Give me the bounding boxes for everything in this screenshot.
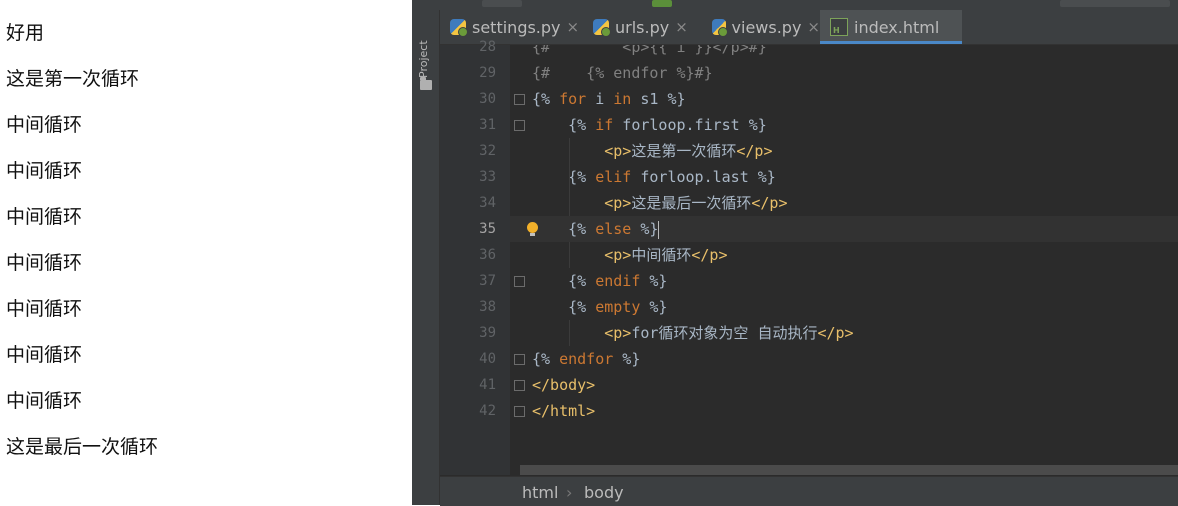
line-number: 28 [479,39,496,55]
fold-marker-icon[interactable] [514,276,525,287]
text-caret [658,220,660,239]
rendered-paragraph: 中间循环 [6,390,83,412]
rendered-paragraph: 中间循环 [6,344,83,366]
fold-marker-icon[interactable] [514,120,525,131]
tab-label: urls.py [615,17,670,37]
line-number: 39 [479,325,496,341]
code-line[interactable]: {% endif %} [532,268,667,294]
fold-marker-icon[interactable] [514,380,525,391]
ide-window: Project settings.py × urls.py × views.py × Hin… [412,0,1178,506]
line-number: 32 [479,143,496,159]
code-line[interactable]: </body> [532,372,595,398]
rendered-paragraph: 好用 [6,22,45,44]
ide-title-bar [412,0,1178,10]
python-file-icon [450,19,468,37]
indent-guide [569,320,570,346]
code-line[interactable]: {% endfor %} [532,346,640,372]
indent-guide [569,242,570,268]
code-line[interactable]: {# {% endfor %}#} [532,60,713,86]
close-icon[interactable]: × [807,18,820,36]
project-tool-strip[interactable]: Project [412,10,440,505]
html-file-icon: H [830,18,848,36]
line-number: 30 [479,91,496,107]
code-line[interactable]: </html> [532,398,595,424]
code-line[interactable]: <p>for循环对象为空 自动执行</p> [532,320,853,346]
line-number: 36 [479,247,496,263]
horizontal-scrollbar[interactable] [520,465,1178,475]
fold-marker-icon[interactable] [514,94,525,105]
rendered-paragraph: 中间循环 [6,114,83,136]
fold-marker-icon[interactable] [514,354,525,365]
python-file-icon [593,19,611,37]
project-tool-label[interactable]: Project [417,30,435,78]
code-line[interactable]: {# <p>{{ i }}</p>#} [532,45,767,60]
code-line[interactable]: {% for i in s1 %} [532,86,686,112]
code-line[interactable]: {% if forloop.first %} [532,112,767,138]
rendered-paragraph: 中间循环 [6,252,83,274]
close-icon[interactable]: × [675,18,688,36]
tab-urls-py[interactable]: urls.py × [583,10,702,44]
breadcrumb-item-body[interactable]: body [584,483,624,502]
code-line[interactable]: <p>中间循环</p> [532,242,727,268]
line-number: 33 [479,169,496,185]
editor-tab-bar: settings.py × urls.py × views.py × Hindex.html [440,10,1178,45]
breadcrumb-separator: › [566,483,573,502]
fold-marker-icon[interactable] [514,406,525,417]
indent-guide [569,138,570,216]
rendered-paragraph: 中间循环 [6,160,83,182]
rendered-paragraph: 中间循环 [6,298,83,320]
breadcrumb: html › body [440,476,1178,506]
code-line[interactable]: {% empty %} [532,294,667,320]
code-line[interactable]: <p>这是最后一次循环</p> [532,190,787,216]
code-line[interactable]: {% else %} [532,216,660,242]
breadcrumb-item-html[interactable]: html [522,483,558,502]
rendered-paragraph: 这是第一次循环 [6,68,140,90]
python-file-icon [712,19,728,37]
line-number: 29 [479,65,496,81]
tab-index-html[interactable]: Hindex.html [820,10,962,44]
rendered-paragraph: 中间循环 [6,206,83,228]
line-number-gutter: 28 29 30 31 32 33 34 35 36 37 38 39 40 41 42 [440,39,510,475]
tab-label: views.py [731,17,802,37]
browser-page: 好用 这是第一次循环 中间循环 中间循环 中间循环 中间循环 中间循环 中间循环 中间循环 这是最… [0,0,412,505]
line-number: 31 [479,117,496,133]
close-icon[interactable]: × [567,18,580,36]
folder-icon[interactable] [420,77,432,90]
line-number: 37 [479,273,496,289]
line-number: 41 [479,377,496,393]
line-number: 42 [479,403,496,419]
tab-label: index.html [854,17,940,37]
line-number: 35 [479,221,496,237]
line-number: 34 [479,195,496,211]
line-number: 38 [479,299,496,315]
line-number: 40 [479,351,496,367]
rendered-paragraph: 这是最后一次循环 [6,436,159,458]
tab-views-py[interactable]: views.py × [702,10,820,44]
code-editor[interactable]: {# <p>{{ i }}</p>#} {# {% endfor %}#} {% f… [510,45,1178,475]
